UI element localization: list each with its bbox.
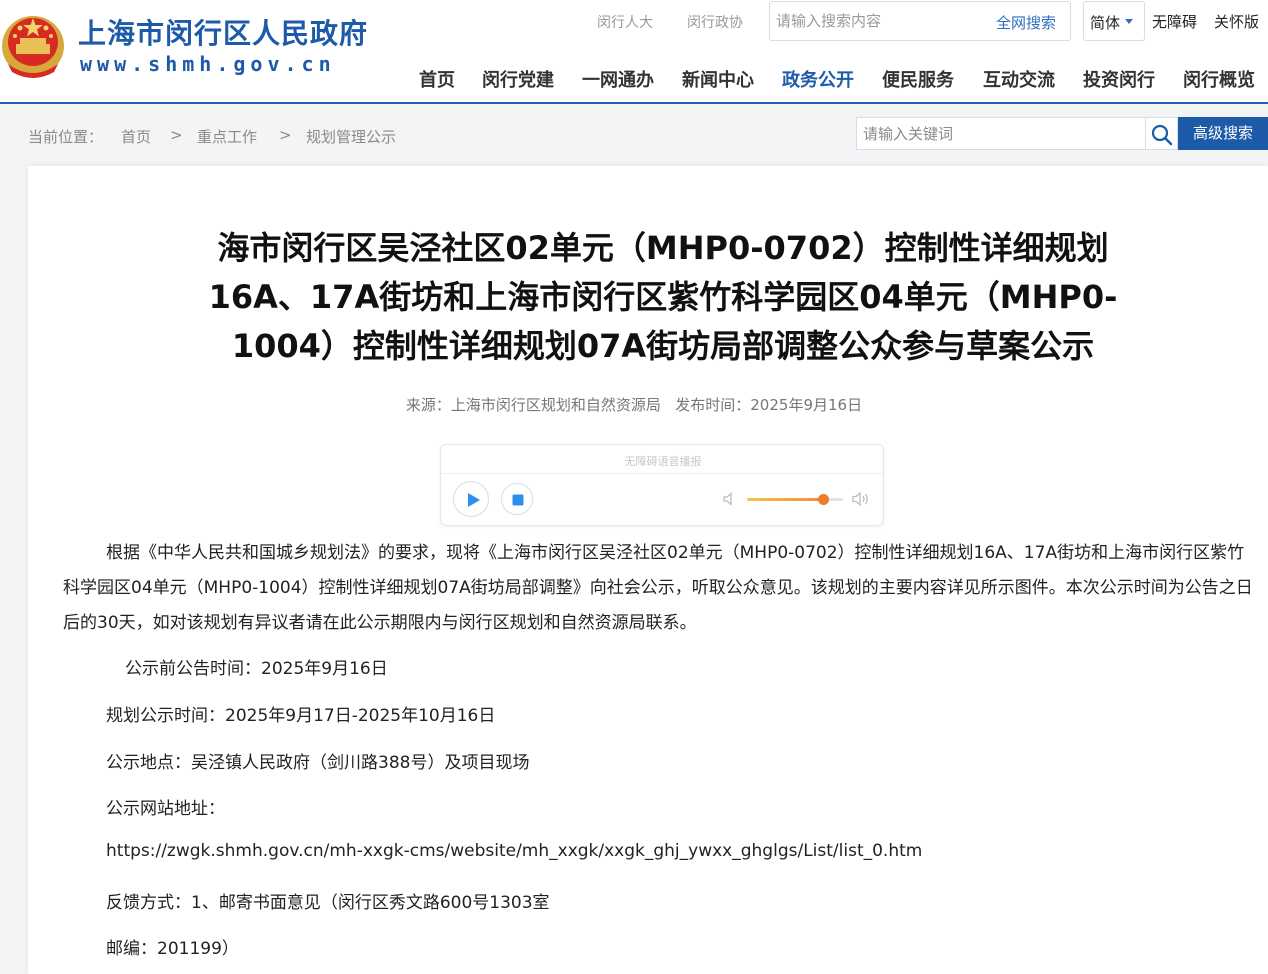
language-select[interactable]: 简体	[1083, 1, 1145, 41]
article-title: 海市闵行区吴泾社区02单元（MHP0-0702）控制性详细规划16A、17A街坊…	[208, 229, 1118, 365]
nav-home[interactable]: 首页	[419, 66, 455, 92]
play-button[interactable]	[453, 481, 489, 517]
top-link-zhengxie[interactable]: 闵行政协	[687, 12, 743, 32]
global-search-button[interactable]: 全网搜索	[996, 12, 1056, 33]
accessibility-link[interactable]: 无障碍	[1152, 11, 1197, 32]
keyword-search-button[interactable]	[1146, 117, 1178, 150]
breadcrumb-prefix: 当前位置：	[28, 128, 104, 146]
audio-player: 无障碍语音播报	[440, 444, 885, 526]
article-body-paragraph: 根据《中华人民共和国城乡规划法》的要求，现将《上海市闵行区吴泾社区02单元（MH…	[63, 543, 1253, 633]
play-icon	[468, 493, 480, 507]
search-icon	[1151, 124, 1173, 146]
breadcrumb-key-work[interactable]: 重点工作	[197, 126, 257, 147]
volume-slider-handle[interactable]	[818, 494, 829, 505]
language-label: 简体	[1090, 14, 1121, 32]
article-source: 来源：上海市闵行区规划和自然资源局	[405, 396, 661, 414]
elderly-mode-link[interactable]: 关怀版	[1214, 11, 1259, 32]
top-link-renda[interactable]: 闵行人大	[597, 12, 653, 32]
nav-interaction[interactable]: 互动交流	[983, 66, 1055, 92]
breadcrumb-home[interactable]: 首页	[121, 126, 151, 147]
stop-button[interactable]	[501, 483, 533, 515]
national-emblem-icon[interactable]	[0, 6, 66, 78]
article-published-date: 发布时间：2025年9月16日	[675, 396, 863, 414]
keyword-search-box	[856, 117, 1146, 150]
chevron-down-icon	[1125, 19, 1133, 24]
publicity-location: 公示地点：吴泾镇人民政府（剑川路388号）及项目现场	[106, 753, 530, 773]
site-domain: www.shmh.gov.cn	[80, 52, 336, 76]
audio-player-label: 无障碍语音播报	[624, 455, 702, 468]
publicity-period: 规划公示时间：2025年9月17日-2025年10月16日	[106, 706, 496, 726]
volume-low-icon[interactable]	[721, 491, 737, 507]
global-search-input[interactable]	[776, 10, 976, 32]
volume-high-icon[interactable]	[851, 490, 871, 508]
article-meta: 来源：上海市闵行区规划和自然资源局 发布时间：2025年9月16日	[0, 394, 1268, 415]
stop-icon	[512, 494, 524, 506]
global-search-box: 全网搜索	[769, 1, 1071, 41]
publicity-website-link[interactable]: https://zwgk.shmh.gov.cn/mh-xxgk-cms/web…	[106, 841, 922, 861]
advanced-search-button[interactable]: 高级搜索	[1178, 117, 1268, 150]
nav-one-stop[interactable]: 一网通办	[582, 66, 654, 92]
site-name[interactable]: 上海市闵行区人民政府	[78, 12, 368, 52]
volume-slider-fill[interactable]	[747, 498, 824, 501]
nav-news[interactable]: 新闻中心	[682, 66, 754, 92]
nav-party[interactable]: 闵行党建	[482, 66, 554, 92]
nav-overview[interactable]: 闵行概览	[1183, 66, 1255, 92]
breadcrumb-separator: >	[170, 126, 183, 144]
article-card: 海市闵行区吴泾社区02单元（MHP0-0702）控制性详细规划16A、17A街坊…	[28, 166, 1268, 974]
nav-services[interactable]: 便民服务	[882, 66, 954, 92]
postal-code: 邮编：201199）	[106, 939, 239, 959]
feedback-method: 反馈方式：1、邮寄书面意见（闵行区秀文路600号1303室	[106, 893, 550, 913]
publicity-website-label: 公示网站地址：	[106, 799, 225, 819]
nav-government-affairs[interactable]: 政务公开	[782, 66, 854, 92]
nav-invest[interactable]: 投资闵行	[1083, 66, 1155, 92]
breadcrumb-separator: >	[279, 126, 292, 144]
pre-announcement-date: 公示前公告时间：2025年9月16日	[125, 659, 388, 679]
site-header: 上海市闵行区人民政府 www.shmh.gov.cn 闵行人大 闵行政协 全网搜…	[0, 0, 1268, 104]
keyword-search-input[interactable]	[863, 124, 1133, 144]
breadcrumb-planning-notice[interactable]: 规划管理公示	[306, 126, 396, 147]
divider	[441, 473, 885, 474]
